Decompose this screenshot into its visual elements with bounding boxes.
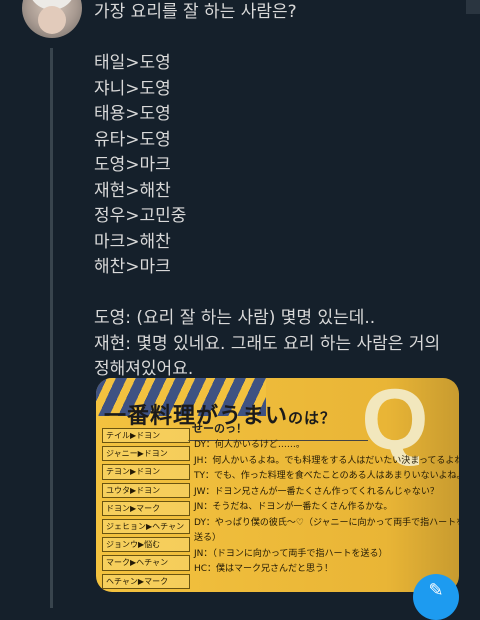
media-dialogue-line: DY：やっぱり僕の彼氏〜♡（ジャニーに向かって両手で指ハートを: [194, 517, 459, 528]
dialogue-line: 도영: (요리 잘 하는 사람) 몇명 있는데..: [94, 308, 376, 328]
name-row: ユウタ▶ドヨン: [102, 482, 190, 498]
media-dialogue-line: DY：何人かいるけど……。: [194, 440, 305, 450]
ranking-line: 마크>해찬: [94, 231, 171, 252]
name-row: ジョンウ▶悩む: [102, 537, 190, 553]
ranking-line: 쟈니>도영: [94, 78, 171, 99]
compose-icon: ✎: [428, 580, 444, 601]
media-dialogue: DY：何人かいるけど……。 JH：何人かいるよね。でも料理をする人はだいたい決ま…: [194, 438, 459, 578]
name-row: テヨン▶ドヨン: [102, 464, 190, 480]
ranking-line: 태용>도영: [94, 104, 171, 124]
name-row: テイル▶ドヨン: [102, 428, 190, 444]
thread-line: [50, 48, 53, 608]
name-row: ドヨン▶マーク: [102, 500, 190, 516]
name-row: ヘチャン▶マーク: [102, 573, 190, 589]
tweet-text: 가장 요리를 잘 하는 사람은? 태일>도영 쟈니>도영 태용>도영 유타>도영…: [94, 0, 474, 383]
ranking-line: 재현>해찬: [94, 180, 171, 201]
avatar-face: [38, 6, 66, 34]
name-row: マーク▶ヘチャン: [102, 555, 190, 571]
name-row: ジャニー▶ドヨン: [102, 446, 190, 462]
dialogue-line: 재현: 몇명 있네요. 그래도 요리 하는 사람은 거의: [94, 333, 441, 354]
avatar[interactable]: [22, 0, 82, 38]
name-list: テイル▶ドヨン ジャニー▶ドヨン テヨン▶ドヨン ユウタ▶ドヨン ドヨン▶マーク…: [102, 428, 190, 592]
media-dialogue-line: JH：何人かいるよね。でも料理をする人はだいたい決まってるよね。: [194, 455, 459, 466]
speech-bubble-label: せーのっ！: [192, 422, 247, 435]
ranking-list: 태일>도영 쟈니>도영 태용>도영 유타>도영 도영>마크 재현>해찬 정우>고…: [94, 51, 474, 281]
ranking-line: 도영>마크: [94, 155, 171, 175]
media-dialogue-line: 送る）: [194, 533, 222, 543]
tweet-media-image[interactable]: 一番料理がうまいのは？ Q せーのっ！ テイル▶ドヨン ジャニー▶ドヨン テヨン…: [96, 378, 459, 592]
media-dialogue-line: HC：僕はマーク兄さんだと思う！: [194, 564, 334, 574]
media-dialogue-line: JW：ドヨン兄さんが一番たくさん作ってくれるんじゃない？: [194, 486, 439, 497]
name-row: ジェヒョン▶ヘチャン: [102, 518, 190, 535]
tweet-question: 가장 요리를 잘 하는 사람은?: [94, 2, 297, 22]
media-dialogue-line: JN：そうだね、ドヨンが一番たくさん作るかな。: [194, 502, 393, 512]
ranking-line: 태일>도영: [94, 53, 171, 73]
compose-button[interactable]: ✎: [413, 574, 459, 620]
ranking-line: 해찬>마크: [94, 257, 171, 277]
media-dialogue-line: TY：でも、作った料理を食べたことのある人はあまりいないよね。: [194, 471, 459, 481]
ranking-line: 정우>고민중: [94, 206, 187, 226]
media-title-suffix: のは？: [288, 409, 337, 427]
media-dialogue-line: JN：（ドヨンに向かって両手で指ハートを送る）: [194, 548, 388, 559]
ranking-line: 유타>도영: [94, 129, 171, 150]
